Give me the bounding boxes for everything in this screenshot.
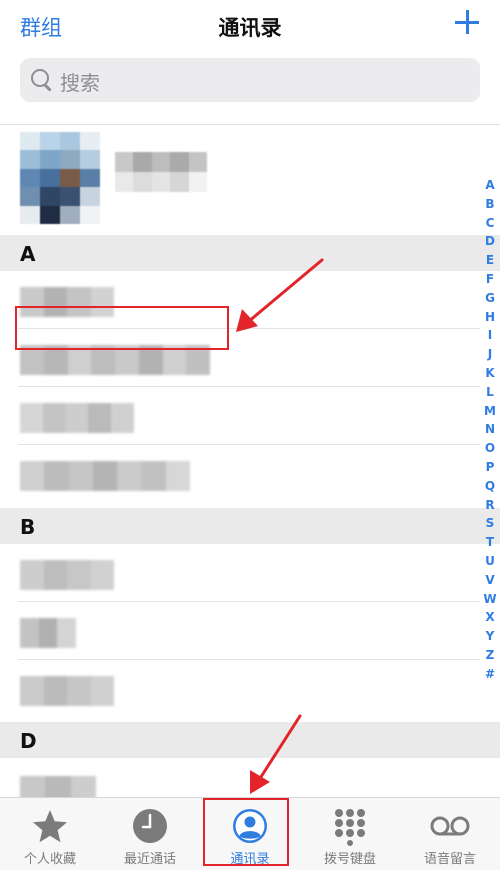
- tab-label: 拨号键盘: [323, 852, 376, 867]
- contact-name-redacted: [20, 676, 114, 706]
- index-letter[interactable]: J: [479, 345, 500, 364]
- contact-row[interactable]: [0, 660, 500, 718]
- my-card[interactable]: [20, 132, 220, 227]
- index-letter[interactable]: P: [479, 458, 500, 477]
- tab-favorites[interactable]: 个人收藏: [0, 798, 100, 870]
- index-letter[interactable]: A: [479, 176, 500, 195]
- index-letter[interactable]: O: [479, 439, 500, 458]
- index-letter[interactable]: T: [479, 533, 500, 552]
- tab-recents[interactable]: 最近通话: [100, 798, 200, 870]
- index-letter[interactable]: R: [479, 496, 500, 515]
- tab-keypad[interactable]: 拨号键盘: [300, 798, 400, 870]
- annotation-tab-highlight-box: [203, 798, 289, 866]
- index-letter[interactable]: Z: [479, 646, 500, 665]
- section-letter: D: [20, 729, 37, 753]
- index-letter[interactable]: Y: [479, 627, 500, 646]
- index-letter[interactable]: G: [479, 289, 500, 308]
- page-title: 通讯录: [218, 16, 282, 40]
- index-letter[interactable]: U: [479, 552, 500, 571]
- my-card-name-redacted: [115, 152, 207, 192]
- search-placeholder: 搜索: [60, 71, 100, 95]
- contact-name-redacted: [20, 403, 134, 433]
- contact-row[interactable]: [0, 387, 500, 445]
- index-letter[interactable]: M: [479, 402, 500, 421]
- avatar: [20, 132, 100, 224]
- contact-row[interactable]: [0, 758, 500, 798]
- section-header-d: D: [0, 722, 500, 758]
- section-letter: B: [20, 515, 36, 539]
- index-letter[interactable]: L: [479, 383, 500, 402]
- index-letter[interactable]: K: [479, 364, 500, 383]
- index-letter[interactable]: Q: [479, 477, 500, 496]
- contact-row[interactable]: [0, 602, 500, 660]
- index-letter[interactable]: F: [479, 270, 500, 289]
- star-icon: [33, 810, 67, 843]
- index-letter[interactable]: W: [479, 590, 500, 609]
- contact-name-redacted: [20, 560, 114, 590]
- contact-name-redacted: [20, 776, 96, 798]
- index-letter[interactable]: I: [479, 326, 500, 345]
- index-letter[interactable]: #: [479, 665, 500, 684]
- tab-voicemail[interactable]: 语音留言: [400, 798, 500, 870]
- navigation-bar: 群组 通讯录: [0, 0, 500, 52]
- section-letter: A: [20, 242, 36, 266]
- index-letter[interactable]: X: [479, 608, 500, 627]
- annotation-highlight-box: [15, 306, 229, 350]
- index-letter[interactable]: E: [479, 251, 500, 270]
- index-letter[interactable]: H: [479, 308, 500, 327]
- index-letter[interactable]: S: [479, 514, 500, 533]
- keypad-icon: [335, 809, 365, 846]
- contact-name-redacted: [20, 618, 77, 648]
- section-header-b: B: [0, 508, 500, 544]
- contact-name-redacted: [20, 461, 190, 491]
- section-header-a: A: [0, 235, 500, 271]
- divider: [0, 124, 500, 125]
- section-index[interactable]: A B C D E F G H I J K L M N O P Q R S T U V W X Y Z #: [479, 176, 500, 684]
- index-letter[interactable]: B: [479, 195, 500, 214]
- index-letter[interactable]: N: [479, 420, 500, 439]
- search-input[interactable]: 搜索: [20, 58, 480, 102]
- tab-label: 语音留言: [423, 852, 476, 867]
- voicemail-icon: [430, 816, 470, 836]
- clock-icon: [133, 809, 167, 843]
- contact-row[interactable]: [0, 544, 500, 602]
- index-letter[interactable]: V: [479, 571, 500, 590]
- tab-label: 个人收藏: [23, 852, 76, 867]
- search-icon: [31, 69, 52, 92]
- tab-label: 最近通话: [123, 852, 176, 867]
- index-letter[interactable]: C: [479, 214, 500, 233]
- contact-row[interactable]: [0, 445, 500, 503]
- add-contact-icon[interactable]: [454, 8, 480, 34]
- index-letter[interactable]: D: [479, 232, 500, 251]
